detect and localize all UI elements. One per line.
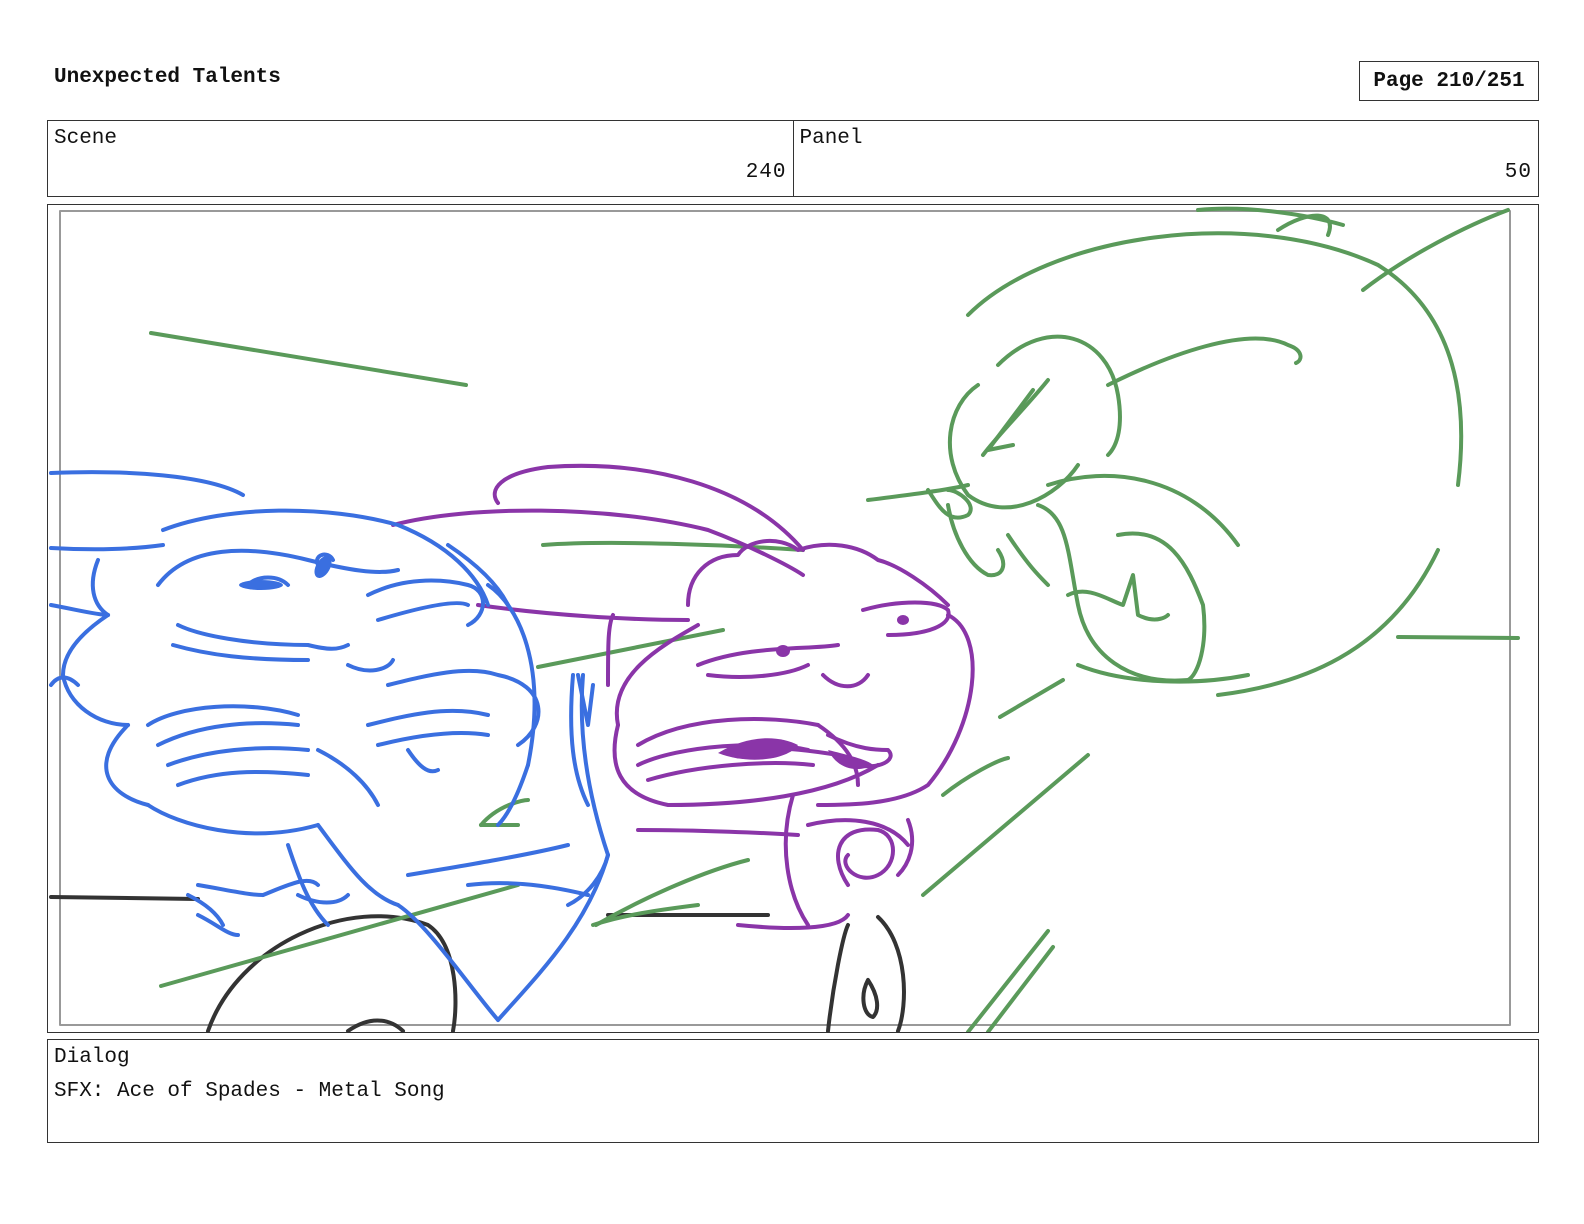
document-title: Unexpected Talents (54, 66, 281, 89)
dialog-box: Dialog SFX: Ace of Spades - Metal Song (47, 1039, 1539, 1143)
props-sketch (49, 895, 906, 1032)
page-indicator: Page 210/251 (1359, 61, 1539, 101)
scene-panel-info: Scene 240 Panel 50 (47, 120, 1539, 197)
middle-character-sketch (391, 463, 975, 930)
panel-label: Panel (799, 127, 863, 150)
storyboard-panel (47, 204, 1539, 1033)
scene-cell: Scene 240 (48, 121, 793, 196)
dialog-text: SFX: Ace of Spades - Metal Song (54, 1080, 445, 1103)
scene-number: 240 (745, 161, 787, 184)
panel-cell: Panel 50 (792, 121, 1539, 196)
dialog-label: Dialog (54, 1046, 130, 1069)
scene-label: Scene (54, 127, 118, 150)
panel-number: 50 (1504, 161, 1532, 184)
safe-area-frame (59, 210, 1511, 1026)
right-character-sketch (149, 206, 1520, 1032)
mouth-fill (718, 615, 909, 770)
storyboard-sketch (49, 206, 1520, 1032)
